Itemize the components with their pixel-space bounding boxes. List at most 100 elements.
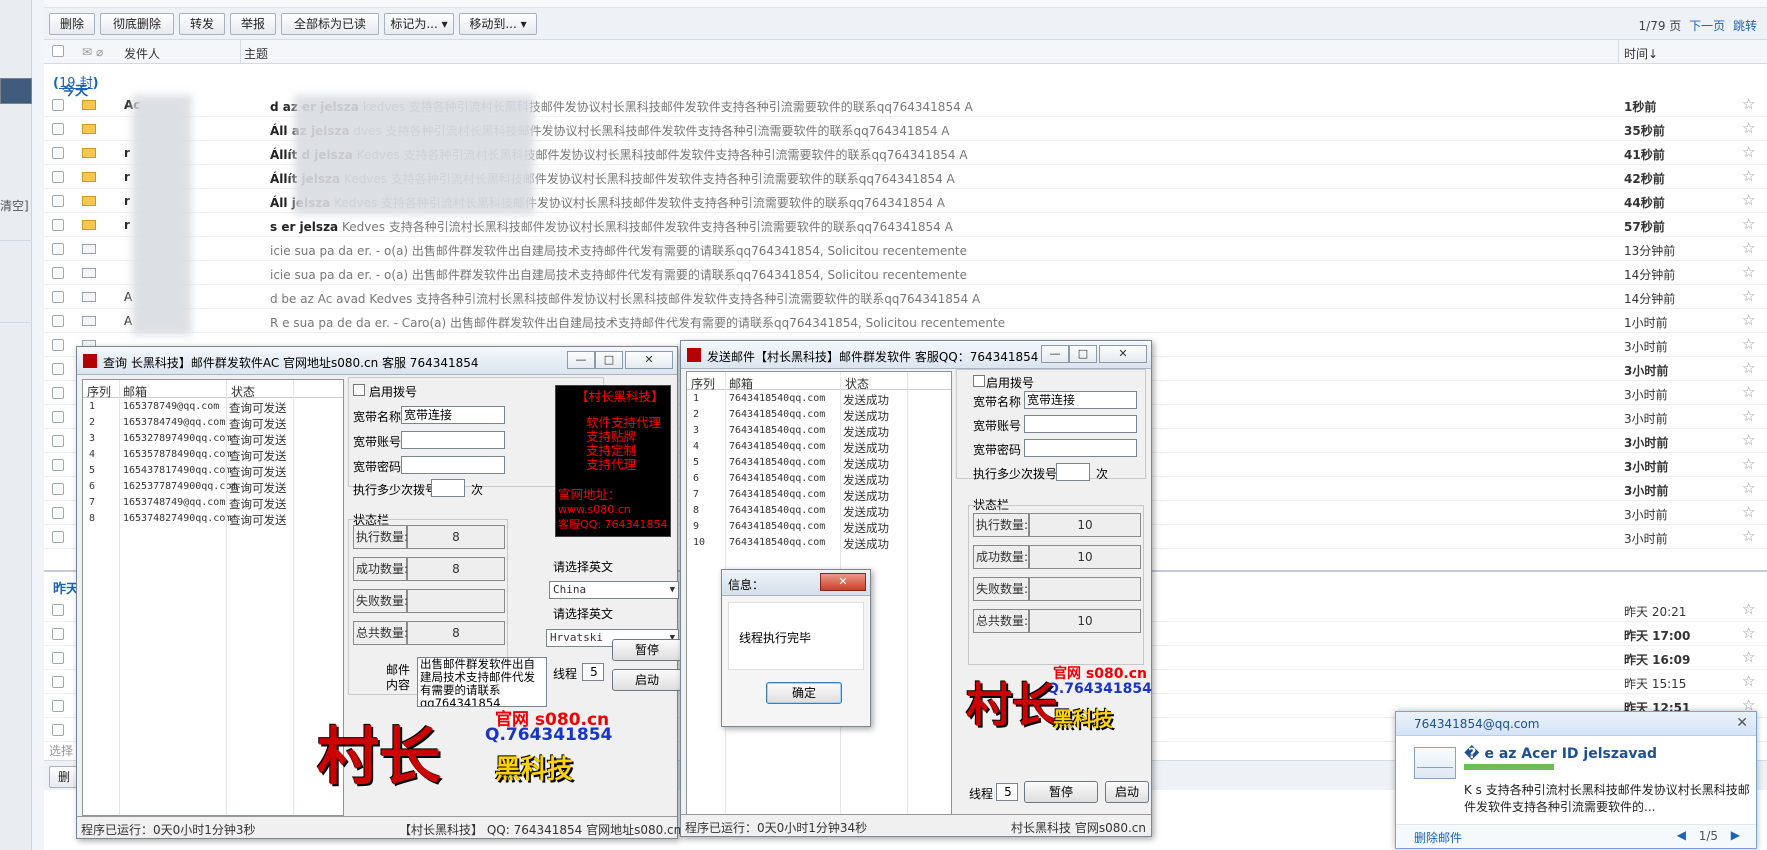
bb-name-input[interactable]: 宽带连接 [401,406,505,424]
star-icon[interactable]: ☆ [1742,119,1755,137]
permanent-delete-button[interactable]: 彻底删除 [100,13,174,35]
email-row[interactable]: A d be az Ac avad Kedves 支持各种引流村长黑科技邮件发协… [44,285,1767,309]
row-checkbox[interactable] [52,171,64,183]
list-item[interactable]: 10 7643418540qq.com 发送成功 [687,536,951,552]
star-icon[interactable]: ☆ [1742,359,1755,377]
row-checkbox[interactable] [52,99,64,111]
start-button[interactable]: 启动 [1105,781,1149,803]
subject-column-header[interactable]: 主题 [244,45,268,62]
row-checkbox[interactable] [52,507,64,519]
left-nav-selected-item[interactable] [0,78,32,104]
star-icon[interactable]: ☆ [1742,383,1755,401]
row-checkbox[interactable] [52,387,64,399]
maximize-button[interactable]: □ [595,351,623,369]
row-checkbox[interactable] [52,267,64,279]
star-icon[interactable]: ☆ [1742,191,1755,209]
thread-input[interactable]: 5 [582,663,604,681]
close-button[interactable]: ✕ [820,573,866,591]
email-row[interactable]: A R e sua pa de da er. - Caro(a) 出售邮件群发软… [44,309,1767,333]
list-item[interactable]: 7 7643418540qq.com 发送成功 [687,488,951,504]
star-icon[interactable]: ☆ [1742,167,1755,185]
bb-password-input[interactable] [401,456,505,474]
row-checkbox[interactable] [52,435,64,447]
bottom-delete-button[interactable]: 删 [49,766,79,788]
star-icon[interactable]: ☆ [1742,431,1755,449]
list-item[interactable]: 3 7643418540qq.com 发送成功 [687,424,951,440]
delete-button[interactable]: 删除 [49,13,95,35]
star-icon[interactable]: ☆ [1742,479,1755,497]
mark-all-read-button[interactable]: 全部标为已读 [281,13,379,35]
enable-dial-checkbox[interactable] [353,384,365,396]
bb-password-input[interactable] [1024,439,1137,457]
star-icon[interactable]: ☆ [1742,311,1755,329]
row-checkbox[interactable] [52,123,64,135]
delete-mail-link[interactable]: 删除邮件 [1414,829,1462,846]
mail-notification[interactable]: 764341854@qq.com ✕ � e az Acer ID jelsza… [1395,711,1757,849]
list-item[interactable]: 2 7643418540qq.com 发送成功 [687,408,951,424]
close-button[interactable]: ✕ [1099,345,1147,363]
star-icon[interactable]: ☆ [1742,287,1755,305]
star-icon[interactable]: ☆ [1742,600,1755,618]
pause-button[interactable]: 暂停 [612,639,682,661]
list-item[interactable]: 7 1653748749@qq.com 查询可发送 [83,496,343,512]
send-window-titlebar[interactable]: 发送邮件【村长黑科技】邮件群发软件 客服QQ：764341854 — □ ✕ [681,341,1151,369]
star-icon[interactable]: ☆ [1742,648,1755,666]
row-checkbox[interactable] [52,411,64,423]
row-checkbox[interactable] [52,195,64,207]
list-item[interactable]: 9 7643418540qq.com 发送成功 [687,520,951,536]
row-checkbox[interactable] [52,339,64,351]
star-icon[interactable]: ☆ [1742,263,1755,281]
row-checkbox[interactable] [52,291,64,303]
row-checkbox[interactable] [52,604,64,616]
row-checkbox[interactable] [52,724,64,736]
row-checkbox[interactable] [52,652,64,664]
bb-account-input[interactable] [401,431,505,449]
row-checkbox[interactable] [52,363,64,375]
email-row[interactable]: icie sua pa da er. - o(a) 出售邮件群发软件出自建局技术… [44,237,1767,261]
list-item[interactable]: 3 165327897490qq.com 查询可发送 [83,432,343,448]
report-button[interactable]: 举报 [230,13,276,35]
list-item[interactable]: 5 7643418540qq.com 发送成功 [687,456,951,472]
mark-as-dropdown[interactable]: 标记为... ▾ [384,13,454,35]
email-row[interactable]: icie sua pa da er. - o(a) 出售邮件群发软件出自建局技术… [44,261,1767,285]
minimize-button[interactable]: — [1041,345,1069,363]
star-icon[interactable]: ☆ [1742,503,1755,521]
dial-times-input[interactable] [431,479,465,497]
bb-account-input[interactable] [1024,415,1137,433]
pause-button[interactable]: 暂停 [1024,781,1098,803]
close-icon[interactable]: ✕ [1736,715,1748,731]
star-icon[interactable]: ☆ [1742,335,1755,353]
list-item[interactable]: 4 7643418540qq.com 发送成功 [687,440,951,456]
maximize-button[interactable]: □ [1069,345,1097,363]
star-icon[interactable]: ☆ [1742,143,1755,161]
list-item[interactable]: 2 1653784749@qq.com 查询可发送 [83,416,343,432]
list-item[interactable]: 6 1625377874900qq.com 查询可发送 [83,480,343,496]
row-checkbox[interactable] [52,628,64,640]
dial-times-input[interactable] [1056,463,1090,481]
row-checkbox[interactable] [52,700,64,712]
star-icon[interactable]: ☆ [1742,215,1755,233]
select-all-checkbox[interactable] [52,45,64,57]
row-checkbox[interactable] [52,459,64,471]
row-checkbox[interactable] [52,315,64,327]
list-item[interactable]: 4 165357878490qq.com 查询可发送 [83,448,343,464]
list-item[interactable]: 5 165437817490qq.com 查询可发送 [83,464,343,480]
next-arrow-icon[interactable]: ▶ [1731,828,1740,842]
list-item[interactable]: 1 165378749@qq.com 查询可发送 [83,400,343,416]
thread-input[interactable]: 5 [996,783,1018,801]
close-button[interactable]: ✕ [625,351,673,369]
forward-button[interactable]: 转发 [179,13,225,35]
prev-arrow-icon[interactable]: ◀ [1677,828,1686,842]
list-item[interactable]: 6 7643418540qq.com 发送成功 [687,472,951,488]
start-button[interactable]: 启动 [612,669,682,691]
time-column-header[interactable]: 时间↓ [1624,45,1658,62]
jump-link[interactable]: 跳转 [1733,19,1757,33]
star-icon[interactable]: ☆ [1742,407,1755,425]
next-page-link[interactable]: 下一页 [1689,19,1725,33]
row-checkbox[interactable] [52,676,64,688]
row-checkbox[interactable] [52,147,64,159]
clear-link[interactable]: 清空] [0,197,29,214]
list-item[interactable]: 8 7643418540qq.com 发送成功 [687,504,951,520]
list-item[interactable]: 8 165374827490qq.com 查询可发送 [83,512,343,528]
star-icon[interactable]: ☆ [1742,624,1755,642]
